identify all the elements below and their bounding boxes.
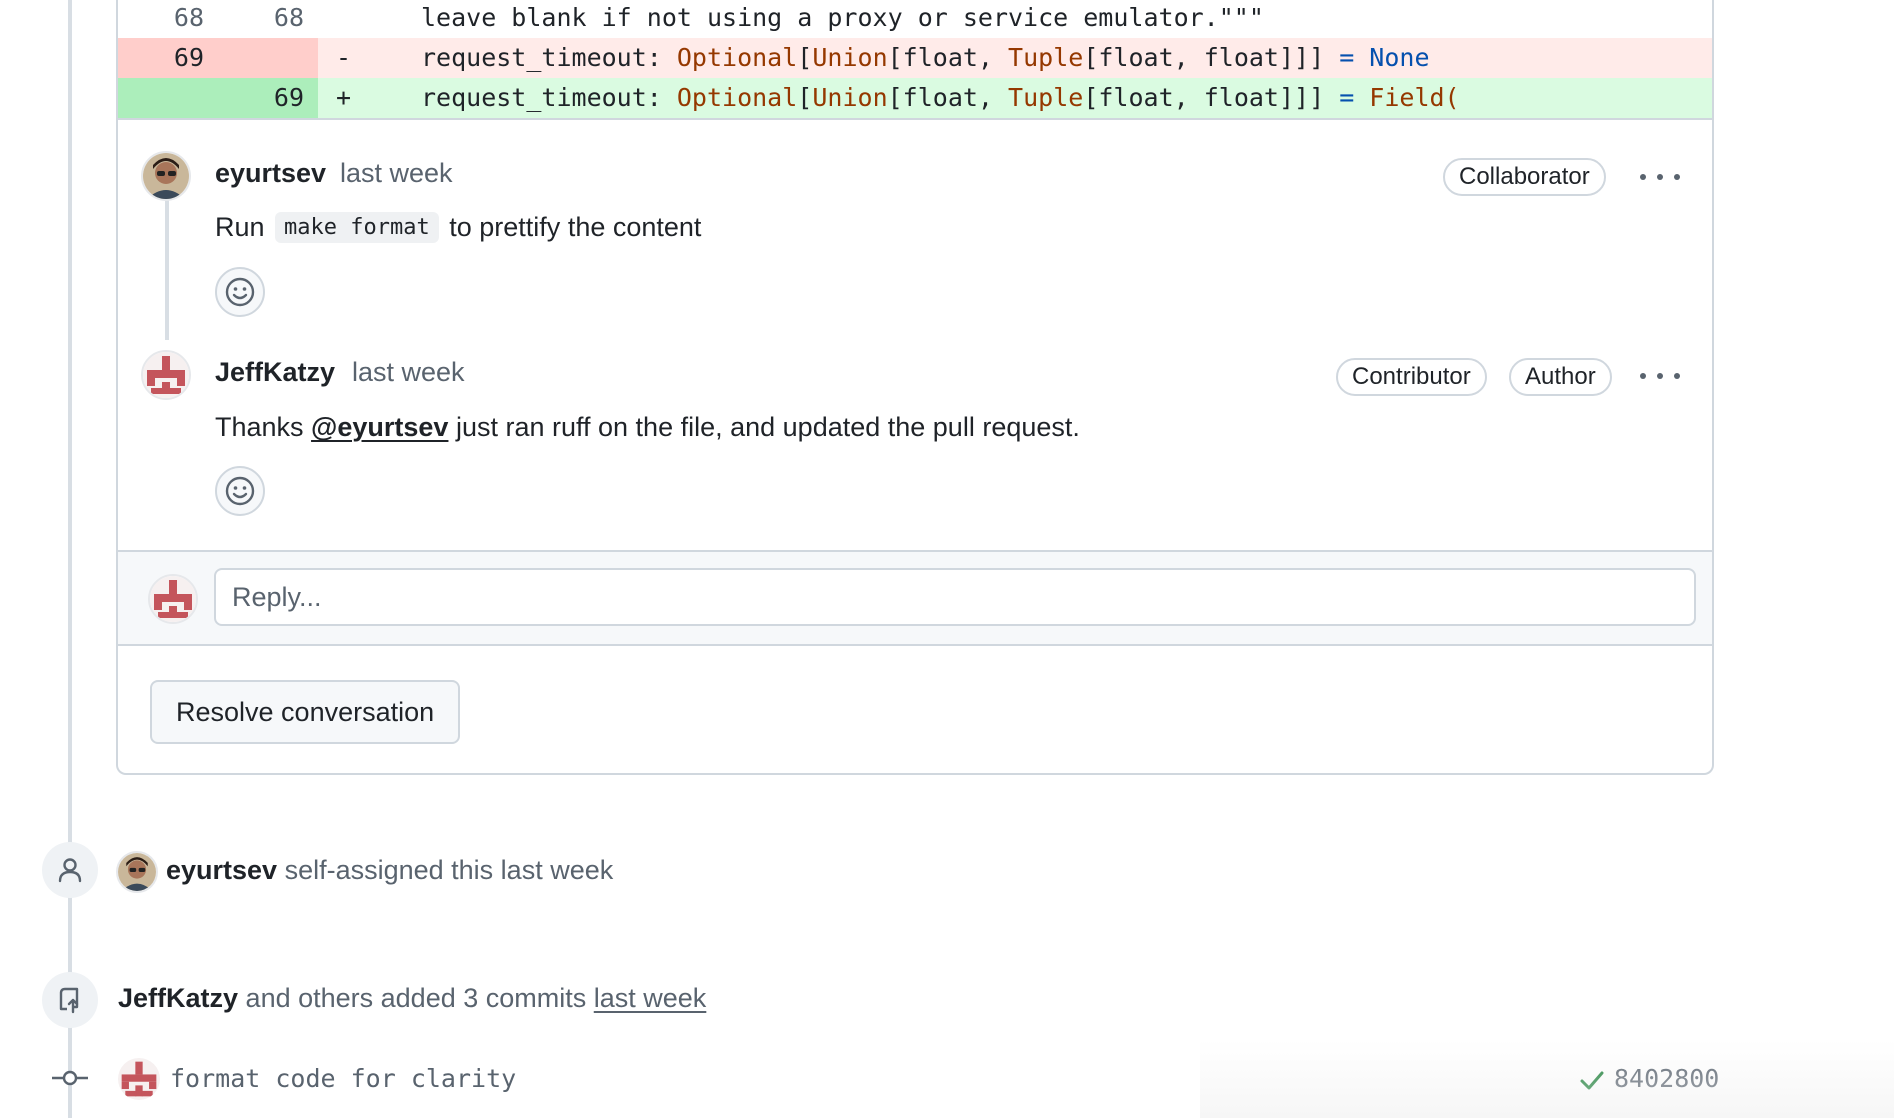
new-line-number[interactable]: 69 [218, 78, 304, 118]
event-actor[interactable]: JeffKatzy [118, 983, 238, 1013]
collaborator-badge: Collaborator [1443, 158, 1606, 196]
comment-author[interactable]: eyurtsev [215, 158, 326, 189]
thread-connector [165, 200, 169, 340]
event-actor[interactable]: eyurtsev [166, 855, 277, 885]
reply-section [118, 550, 1712, 646]
comment-options-button[interactable] [1640, 366, 1680, 386]
new-line-number[interactable]: 68 [218, 0, 304, 36]
user-mention-link[interactable]: @eyurtsev [311, 412, 448, 442]
repo-push-icon [42, 972, 98, 1028]
commit-sha-link[interactable]: 8402800 [1614, 1064, 1719, 1093]
avatar-eyurtsev[interactable] [141, 151, 191, 201]
review-thread: 68 68 leave blank if not using a proxy o… [116, 0, 1714, 775]
old-line-number[interactable]: 69 [118, 38, 204, 78]
comment-options-button[interactable] [1640, 167, 1680, 187]
diff-added-row: 69 + request_timeout: Optional[Union[flo… [118, 78, 1712, 118]
inline-code: make format [275, 212, 439, 243]
old-line-number[interactable]: 68 [118, 0, 204, 36]
smiley-icon [225, 277, 255, 307]
timeline-line [68, 0, 72, 1118]
author-badge: Author [1509, 358, 1612, 396]
diff-code: leave blank if not using a proxy or serv… [421, 3, 1264, 32]
add-reaction-button[interactable] [215, 267, 265, 317]
diff-code: request_timeout: Optional[Union[float, T… [421, 43, 1430, 72]
diff-sign: + [336, 83, 352, 112]
diff-sign: - [336, 43, 352, 72]
diff-divider [118, 118, 1712, 120]
comment-body: Run make format to prettify the content [215, 212, 702, 243]
diff-deleted-row: 69 - request_timeout: Optional[Union[flo… [118, 38, 1712, 78]
reply-input[interactable] [214, 568, 1696, 626]
event-time-link[interactable]: last week [594, 983, 707, 1013]
smiley-icon [225, 476, 255, 506]
contributor-badge: Contributor [1336, 358, 1487, 396]
check-icon[interactable] [1578, 1066, 1606, 1094]
diff-context-row: 68 68 leave blank if not using a proxy o… [118, 0, 1712, 36]
bottom-fade [1200, 1040, 1894, 1118]
commit-author-avatar[interactable] [118, 1058, 160, 1100]
add-reaction-button[interactable] [215, 466, 265, 516]
commit-message-link[interactable]: format code for clarity [170, 1064, 516, 1093]
resolve-conversation-button[interactable]: Resolve conversation [150, 680, 461, 744]
comment-time[interactable]: last week [340, 158, 453, 189]
commits-event: JeffKatzy and others added 3 commits las… [118, 983, 707, 1013]
avatar-jeffkatzy[interactable] [141, 350, 191, 400]
comment-time[interactable]: last week [352, 357, 465, 388]
self-assign-event: eyurtsev self-assigned this last week [166, 855, 614, 885]
comment-body: Thanks @eyurtsev just ran ruff on the fi… [215, 412, 1080, 442]
commit-icon [52, 1070, 88, 1086]
comment-author[interactable]: JeffKatzy [215, 357, 335, 388]
current-user-avatar[interactable] [148, 574, 198, 624]
avatar-eyurtsev[interactable] [116, 851, 158, 893]
diff-code: request_timeout: Optional[Union[float, T… [421, 83, 1460, 112]
person-icon [42, 842, 98, 898]
